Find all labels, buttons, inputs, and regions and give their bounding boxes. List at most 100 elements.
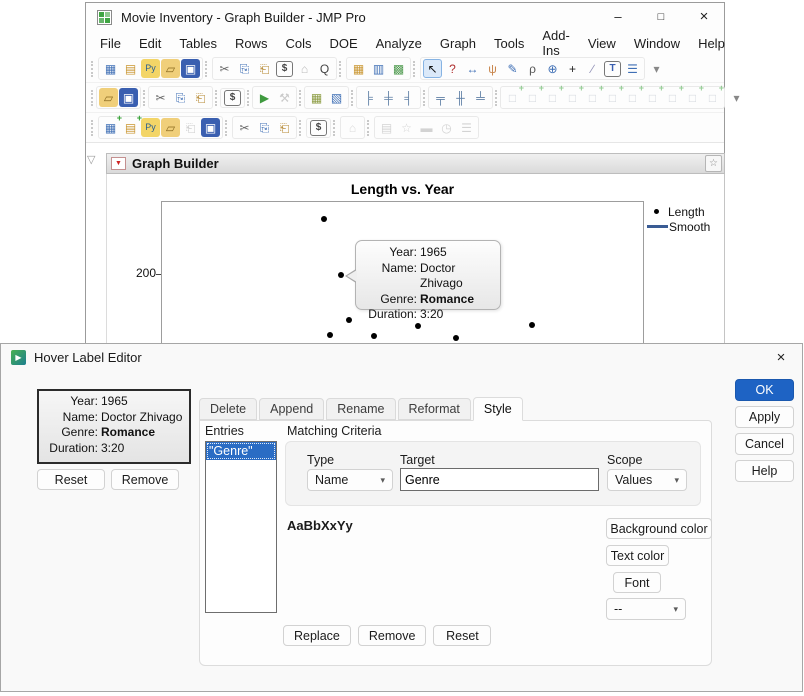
font-size-dropdown[interactable]: -- ▾: [606, 598, 686, 620]
crosshair-tool-icon[interactable]: +: [563, 59, 582, 78]
tab-delete[interactable]: Delete: [199, 398, 257, 420]
paste-icon[interactable]: ⎗: [275, 118, 294, 137]
replace-button[interactable]: Replace: [283, 625, 351, 646]
paste-disabled-icon[interactable]: ⎗: [181, 118, 200, 137]
open-icon[interactable]: ▱: [99, 88, 118, 107]
maximize-button[interactable]: □: [639, 3, 683, 30]
data-point[interactable]: [346, 317, 352, 323]
add-map-icon[interactable]: □+: [703, 88, 722, 107]
bookmark-icon[interactable]: ☆: [705, 155, 722, 172]
red-triangle-menu-icon[interactable]: ▼: [111, 157, 126, 170]
menu-edit[interactable]: Edit: [130, 34, 170, 53]
cut-icon[interactable]: ✂: [235, 118, 254, 137]
add-pie-icon[interactable]: □+: [623, 88, 642, 107]
toolbar-grip[interactable]: [143, 90, 145, 106]
align-top-icon[interactable]: ╤: [431, 88, 450, 107]
magnifier-tool-icon[interactable]: ⊕: [543, 59, 562, 78]
ok-button[interactable]: OK: [735, 379, 794, 401]
toolbar-grip[interactable]: [91, 120, 95, 136]
align-bottom-icon[interactable]: ╧: [471, 88, 490, 107]
close-button[interactable]: ×: [682, 3, 726, 30]
polygon-tool-icon[interactable]: ☰: [623, 59, 642, 78]
menu-tools[interactable]: Tools: [485, 34, 533, 53]
window-list-icon[interactable]: ☰: [457, 118, 476, 137]
toolbar-grip[interactable]: [91, 90, 93, 106]
tab-reformat[interactable]: Reformat: [398, 398, 471, 420]
entries-list-item[interactable]: "Genre": [206, 442, 276, 460]
brush-tool-icon[interactable]: ✎: [503, 59, 522, 78]
background-color-button[interactable]: Background color: [606, 518, 712, 539]
menu-graph[interactable]: Graph: [431, 34, 485, 53]
save-icon[interactable]: ▣: [119, 88, 138, 107]
copy-icon[interactable]: ⎘: [171, 88, 190, 107]
data-point[interactable]: [371, 333, 377, 339]
run-script-icon[interactable]: ▶: [255, 88, 274, 107]
reset-button[interactable]: Reset: [433, 625, 491, 646]
annotate-tool-icon[interactable]: ∕: [583, 59, 602, 78]
add-heatmap-icon[interactable]: □+: [603, 88, 622, 107]
help-button[interactable]: Help: [735, 460, 794, 482]
align-right-icon[interactable]: ╡: [399, 88, 418, 107]
tab-style[interactable]: Style: [473, 397, 523, 421]
move-tool-icon[interactable]: ↔: [463, 59, 482, 78]
toolbar-grip[interactable]: [351, 90, 353, 106]
layers-icon[interactable]: ▤: [377, 118, 396, 137]
save-icon[interactable]: ▣: [181, 59, 200, 78]
plot-area[interactable]: Year:1965Name:Doctor ZhivagoGenre:Romanc…: [161, 201, 644, 361]
add-line-icon[interactable]: □+: [643, 88, 662, 107]
data-point[interactable]: [453, 335, 459, 341]
add-area-icon[interactable]: □+: [663, 88, 682, 107]
target-input[interactable]: [400, 468, 599, 491]
menu-rows[interactable]: Rows: [226, 34, 277, 53]
menu-doe[interactable]: DOE: [320, 34, 366, 53]
new-formula-column-icon[interactable]: ▦: [307, 88, 326, 107]
toolbar-overflow-icon[interactable]: ▾: [727, 88, 746, 107]
open-icon[interactable]: ▱: [161, 59, 180, 78]
toolbar-grip[interactable]: [91, 61, 95, 77]
data-point[interactable]: [415, 323, 421, 329]
menu-help[interactable]: Help: [689, 34, 734, 53]
lasso-tool-icon[interactable]: ρ: [523, 59, 542, 78]
scope-dropdown[interactable]: Values ▾: [607, 469, 687, 491]
minimize-button[interactable]: –: [596, 3, 640, 30]
copy-icon[interactable]: ⎘: [235, 59, 254, 78]
toolbar-grip[interactable]: [339, 61, 343, 77]
cancel-button[interactable]: Cancel: [735, 433, 794, 455]
copy-icon[interactable]: ⎘: [255, 118, 274, 137]
align-left-icon[interactable]: ╞: [359, 88, 378, 107]
type-dropdown[interactable]: Name ▾: [307, 469, 393, 491]
remove-button[interactable]: Remove: [111, 469, 179, 490]
toolbar-grip[interactable]: [247, 90, 249, 106]
new-data-table-icon[interactable]: ▦: [101, 59, 120, 78]
new-data-table-icon[interactable]: ▦+: [101, 118, 120, 137]
align-middle-icon[interactable]: ╫: [451, 88, 470, 107]
journal-icon[interactable]: $: [276, 61, 293, 77]
recode-icon[interactable]: ▧: [327, 88, 346, 107]
search-icon[interactable]: Q: [315, 59, 334, 78]
add-histogram-icon[interactable]: □+: [563, 88, 582, 107]
menu-view[interactable]: View: [579, 34, 625, 53]
python-icon[interactable]: Py: [141, 59, 160, 78]
toolbar-grip[interactable]: [299, 90, 301, 106]
toolbar-grip[interactable]: [299, 120, 303, 136]
add-caption-icon[interactable]: □+: [683, 88, 702, 107]
toolbar-overflow-icon[interactable]: ▾: [647, 59, 666, 78]
data-point[interactable]: [321, 216, 327, 222]
menu-window[interactable]: Window: [625, 34, 689, 53]
toolbar-grip[interactable]: [225, 120, 229, 136]
archive-icon[interactable]: ▬: [417, 118, 436, 137]
lock-icon[interactable]: ⌂: [295, 59, 314, 78]
tools-icon[interactable]: ⚒: [275, 88, 294, 107]
lock-icon[interactable]: ⌂: [343, 118, 362, 137]
python-icon[interactable]: Py: [141, 118, 160, 137]
disclosure-triangle-icon[interactable]: ▽: [87, 153, 95, 166]
open-icon[interactable]: ▱: [161, 118, 180, 137]
toolbar-grip[interactable]: [333, 120, 337, 136]
add-smoother-icon[interactable]: □+: [523, 88, 542, 107]
toolbar-grip[interactable]: [215, 90, 217, 106]
tab-rename[interactable]: Rename: [326, 398, 395, 420]
new-script-icon[interactable]: ▤+: [121, 118, 140, 137]
favorites-icon[interactable]: ☆: [397, 118, 416, 137]
new-data-view-icon[interactable]: ▩: [389, 59, 408, 78]
reset-button[interactable]: Reset: [37, 469, 105, 490]
